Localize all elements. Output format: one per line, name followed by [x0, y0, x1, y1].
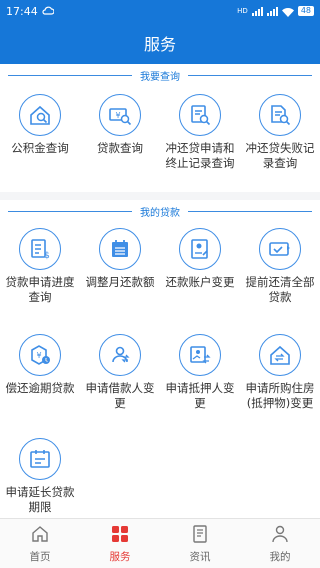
svg-text:¥: ¥: [115, 111, 120, 120]
divider: [188, 210, 312, 212]
house-search-icon: [19, 94, 61, 136]
property-change-item[interactable]: 申请所购住房(抵押物)变更: [240, 334, 320, 411]
item-label: 公积金查询: [11, 141, 69, 155]
item-label: 冲还贷申请和终止记录查询: [165, 141, 235, 170]
tab-label: 我的: [269, 550, 291, 563]
battery-icon: 48: [297, 6, 314, 16]
section-header: 我的贷款: [0, 204, 320, 219]
news-icon: [190, 524, 210, 549]
home-icon: [30, 524, 50, 549]
signal-icon-1: [251, 6, 263, 16]
account-card-icon: [179, 228, 221, 270]
service-grid-icon: [110, 524, 130, 549]
item-label: 申请借款人变更: [85, 381, 155, 410]
checklist-icon: $: [19, 228, 61, 270]
document-search-icon: [179, 94, 221, 136]
section-header: 我要查询: [0, 68, 320, 83]
item-label: 贷款查询: [97, 141, 143, 155]
overdue-money-icon: ¥: [19, 334, 61, 376]
svg-text:$: $: [44, 251, 50, 261]
svg-text:¥: ¥: [36, 351, 41, 360]
item-label: 贷款申请进度查询: [5, 275, 75, 304]
tab-mine[interactable]: 我的: [240, 519, 320, 568]
item-label: 冲还贷失败记录查询: [245, 141, 315, 170]
my-loan-section: 我的贷款 $ 贷款申请进度查询 调整月还款额 还款账户变更 提前还清全部贷款 ¥…: [0, 200, 320, 518]
borrower-change-item[interactable]: 申请借款人变更: [80, 334, 160, 411]
status-time: 17:44: [6, 4, 38, 18]
tab-label: 资讯: [189, 550, 211, 563]
user-icon: [270, 524, 290, 549]
card-check-icon: [259, 228, 301, 270]
tab-label: 首页: [29, 550, 51, 563]
page-title: 服务: [0, 22, 320, 64]
section-title: 我的贷款: [140, 207, 180, 219]
item-label: 申请抵押人变更: [165, 381, 235, 410]
person-swap-icon: [99, 334, 141, 376]
extend-term-item[interactable]: 申请延长贷款期限: [0, 438, 80, 515]
item-label: 调整月还款额: [85, 275, 155, 289]
loan-query-item[interactable]: ¥ 贷款查询: [80, 94, 160, 156]
overdue-repay-item[interactable]: ¥ 偿还逾期贷款: [0, 334, 80, 396]
house-swap-icon: [259, 334, 301, 376]
calendar-extend-icon: [19, 438, 61, 480]
account-change-item[interactable]: 还款账户变更: [160, 228, 240, 290]
item-label: 提前还清全部贷款: [245, 275, 315, 304]
calendar-icon: [99, 228, 141, 270]
offset-record-query-item[interactable]: 冲还贷申请和终止记录查询: [160, 94, 240, 171]
divider: [188, 74, 312, 76]
item-label: 申请所购住房(抵押物)变更: [245, 381, 315, 410]
offset-failure-query-item[interactable]: 冲还贷失败记录查询: [240, 94, 320, 171]
fund-query-item[interactable]: 公积金查询: [0, 94, 80, 156]
early-payoff-item[interactable]: 提前还清全部贷款: [240, 228, 320, 305]
tab-news[interactable]: 资讯: [160, 519, 240, 568]
photo-swap-icon: [179, 334, 221, 376]
loan-progress-item[interactable]: $ 贷款申请进度查询: [0, 228, 80, 305]
divider: [8, 74, 132, 76]
signal-icon-2: [266, 6, 278, 16]
section-title: 我要查询: [140, 71, 180, 83]
item-label: 偿还逾期贷款: [5, 381, 75, 395]
file-search-icon: [259, 94, 301, 136]
tab-service[interactable]: 服务: [80, 519, 160, 568]
item-label: 还款账户变更: [165, 275, 235, 289]
hd-signal-icon: HD: [237, 7, 248, 15]
divider: [8, 210, 132, 212]
adjust-payment-item[interactable]: 调整月还款额: [80, 228, 160, 290]
wifi-icon: [281, 7, 294, 17]
tab-home[interactable]: 首页: [0, 519, 80, 568]
bottom-tab-bar: 首页 服务 资讯 我的: [0, 518, 320, 568]
status-bar: 17:44 HD 48: [0, 0, 320, 22]
item-label: 申请延长贷款期限: [5, 485, 75, 514]
query-section: 我要查询 公积金查询 ¥ 贷款查询 冲还贷申请和终止记录查询 冲还贷失败记录查询: [0, 64, 320, 192]
money-search-icon: ¥: [99, 94, 141, 136]
cloud-icon: [42, 5, 55, 18]
tab-label: 服务: [109, 550, 131, 563]
mortgagor-change-item[interactable]: 申请抵押人变更: [160, 334, 240, 411]
